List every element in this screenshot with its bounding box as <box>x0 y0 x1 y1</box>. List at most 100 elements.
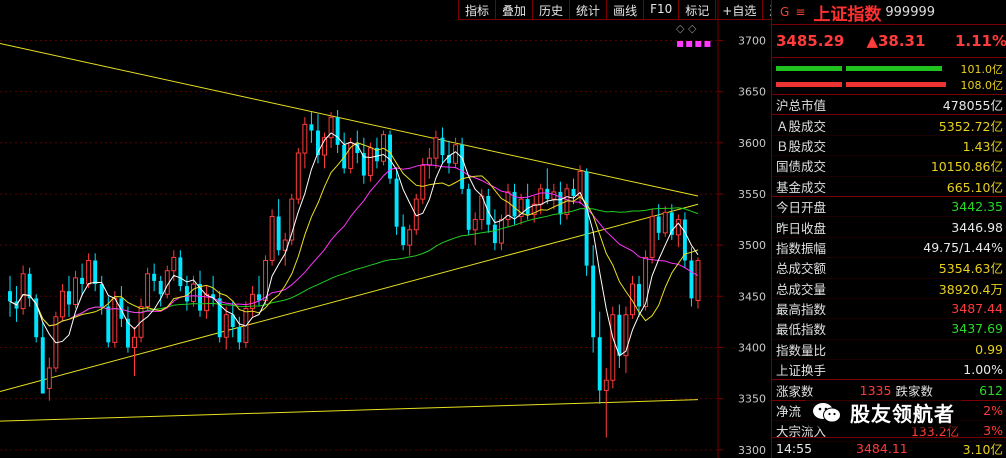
stat-value: 3437.69 <box>951 321 1003 337</box>
candle-body <box>407 229 413 246</box>
candle-body <box>656 216 661 233</box>
stat-row: 总成交额 5354.63亿 <box>772 258 1006 279</box>
candle-body <box>551 191 557 200</box>
y-tick-label: 3300 <box>738 444 766 457</box>
quote-row: 3485.29 ▲38.31 1.11% <box>772 25 1006 58</box>
trendline-bottom <box>0 399 699 422</box>
stat-label: 最低指数 <box>776 322 827 338</box>
candle-body <box>498 219 504 244</box>
stat-label: 今日开盘 <box>776 200 827 216</box>
candle-body <box>257 294 261 301</box>
candle-body <box>433 137 439 159</box>
chart-toolbar: 指标 叠加 历史 统计 画线 F10 标记 +自选 返回 <box>458 0 800 20</box>
stat-value: 10150.86亿 <box>930 159 1003 175</box>
toolbar-statistics-button[interactable]: 统计 <box>569 0 606 19</box>
candle-body <box>20 273 26 310</box>
candle-body <box>675 219 681 236</box>
stat-value: 1.43亿 <box>962 138 1003 154</box>
candle-body <box>413 198 419 231</box>
candle-body <box>269 215 275 261</box>
candle-body <box>388 134 393 179</box>
panel-header: G ≡ 上证指数 999999 <box>772 0 1006 25</box>
candle-body <box>472 219 478 231</box>
toolbar-overlay-button[interactable]: 叠加 <box>495 0 532 19</box>
candle-body <box>59 290 65 318</box>
tick-footer: 14:55 3484.11 3.10亿 <box>772 437 1006 458</box>
candle-body <box>27 273 32 299</box>
y-tick-label: 3400 <box>738 341 766 354</box>
stat-label: 沪总市值 <box>776 98 827 114</box>
chart-corner-icons: ◇ ◇ ▪▪▪▪ <box>676 22 712 50</box>
g-label[interactable]: G <box>780 5 789 19</box>
stat-label: Ａ股成交 <box>776 118 827 134</box>
toolbar-draw-line-button[interactable]: 画线 <box>606 0 643 19</box>
stat-row: 指数振幅 49.75/1.44% <box>772 238 1006 259</box>
candle-body <box>584 171 589 266</box>
kline-chart-svg[interactable]: 3700 3650 3600 3550 3500 3450 3400 3350 3300 <box>0 0 770 458</box>
stat-label: 基金成交 <box>776 179 827 195</box>
kline-chart[interactable]: 3700 3650 3600 3550 3500 3450 3400 3350 3300 <box>0 0 770 458</box>
candle-body <box>545 188 550 200</box>
stat-value: 3487.44 <box>951 301 1003 317</box>
price-change-pct: 1.11% <box>954 32 1006 50</box>
stat-row: 上证换手 1.00% <box>772 360 1006 381</box>
candle-body <box>426 157 432 166</box>
stat-value: 0.99 <box>975 341 1003 357</box>
tick-time: 14:55 <box>776 440 813 456</box>
watermark: 股友领航者 <box>806 396 961 429</box>
green-bar-1 <box>776 66 842 71</box>
candle-body <box>302 123 308 154</box>
y-tick-label: 3650 <box>738 86 766 99</box>
stat-value: 49.75/1.44% <box>923 239 1003 255</box>
wechat-icon <box>812 402 842 424</box>
stat-value: 1.00% <box>963 362 1003 378</box>
stat-label: 昨日收盘 <box>776 220 827 236</box>
candle-body <box>486 196 491 225</box>
toolbar-mark-button[interactable]: 标记 <box>678 0 715 19</box>
flow-bars: 101.0亿 108.0亿 <box>772 58 1006 95</box>
stat-value: 5354.63亿 <box>938 261 1003 277</box>
candle-body <box>591 265 596 338</box>
stat-row: Ａ股成交 5352.72亿 <box>772 115 1006 136</box>
stat-value: 665.10亿 <box>946 179 1003 195</box>
stat-row: 国债成交 10150.86亿 <box>772 156 1006 177</box>
candle-body <box>93 260 98 285</box>
red-bar-2 <box>846 82 946 87</box>
toolbar-add-watchlist-button[interactable]: +自选 <box>715 0 762 19</box>
stat-label: Ｂ股成交 <box>776 138 827 154</box>
stats-list: 沪总市值 478055亿 Ａ股成交 5352.72亿 Ｂ股成交 1.43亿 国债成交 1015… <box>772 95 1006 381</box>
diamond-icons[interactable]: ◇ ◇ <box>676 22 696 35</box>
candle-body <box>394 178 399 227</box>
toolbar-history-button[interactable]: 历史 <box>532 0 569 19</box>
net-flow-label: 净流 <box>776 404 802 420</box>
indicator-dots-icon[interactable]: ▪▪▪▪ <box>676 36 713 50</box>
y-tick-label: 3700 <box>738 34 766 47</box>
candle-body <box>40 337 45 394</box>
stat-value: 3442.35 <box>951 199 1003 215</box>
stat-value: 5352.72亿 <box>938 118 1003 134</box>
index-name: 上证指数 <box>813 4 882 25</box>
candle-body <box>99 284 104 307</box>
stat-row: 总成交量 38920.4万 <box>772 279 1006 299</box>
y-tick-label: 3450 <box>738 290 766 303</box>
candle-body <box>617 314 622 356</box>
y-tick-label: 3600 <box>738 137 766 150</box>
candle-body <box>191 283 196 302</box>
candle-body <box>171 256 177 272</box>
red-bar-label: 108.0亿 <box>960 79 1004 92</box>
candle-body <box>637 284 641 307</box>
index-code: 999999 <box>885 4 936 20</box>
candle-body <box>158 280 163 295</box>
stat-row: 最高指数 3487.44 <box>772 299 1006 320</box>
candle-body <box>309 124 314 131</box>
candle-body <box>649 215 655 258</box>
candle-body <box>689 260 694 299</box>
menu-icon[interactable]: ≡ <box>795 5 805 19</box>
candle-body <box>223 314 229 338</box>
toolbar-f10-button[interactable]: F10 <box>643 0 678 19</box>
candle-body <box>492 224 497 244</box>
candle-body <box>466 188 471 230</box>
candle-body <box>80 277 85 285</box>
toolbar-indicator-button[interactable]: 指标 <box>458 0 495 19</box>
candle-body <box>67 291 71 305</box>
